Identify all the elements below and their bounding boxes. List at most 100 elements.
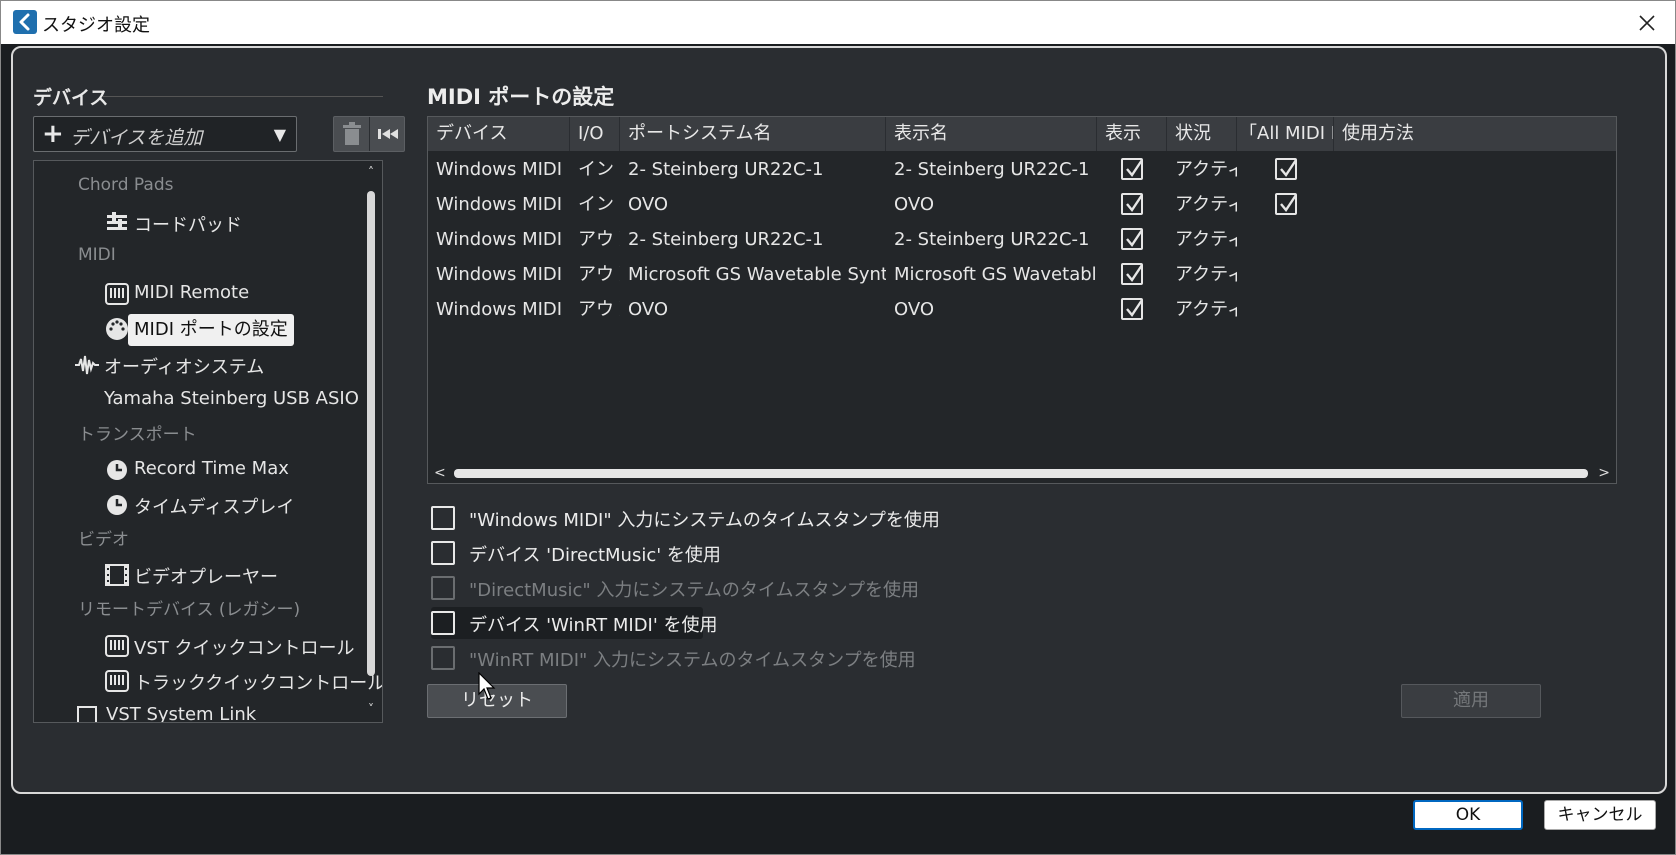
midi-port-table: デバイス I/O ポートシステム名 表示名 表示 状況 「All MIDI I … xyxy=(427,116,1617,484)
column-header-device[interactable]: デバイス xyxy=(428,117,570,151)
cell-device: Windows MIDI xyxy=(436,264,563,285)
close-icon[interactable] xyxy=(1631,7,1663,39)
show-checkbox[interactable] xyxy=(1121,298,1143,320)
rewind-icon xyxy=(378,129,398,139)
title-bar: スタジオ設定 xyxy=(0,0,1676,44)
all-midi-inputs-checkbox[interactable] xyxy=(1275,158,1297,180)
column-header-port-system-name[interactable]: ポートシステム名 xyxy=(620,117,886,151)
cell-io: イン xyxy=(578,194,614,215)
column-header-all-midi-inputs[interactable]: 「All MIDI I xyxy=(1237,117,1334,151)
all-midi-inputs-checkbox[interactable] xyxy=(1275,193,1297,215)
clock-icon xyxy=(104,492,130,518)
scroll-left-icon[interactable]: < xyxy=(434,465,446,481)
app-icon xyxy=(13,10,37,34)
tree-item-label: Yamaha Steinberg USB ASIO xyxy=(104,388,359,409)
table-row[interactable]: Windows MIDI アウト OVO OVO アクティブ xyxy=(428,292,1616,327)
checkbox[interactable] xyxy=(431,541,455,565)
cell-port-system-name: OVO xyxy=(628,299,669,320)
clock-icon xyxy=(104,457,130,483)
cell-device: Windows MIDI xyxy=(436,194,563,215)
add-device-label: デバイスを追加 xyxy=(70,127,203,149)
divider xyxy=(103,96,383,97)
scroll-right-icon[interactable]: > xyxy=(1598,465,1610,481)
cell-io: イン xyxy=(578,159,614,180)
dropdown-arrow-icon: ▼ xyxy=(273,125,286,144)
tool-buttons xyxy=(333,116,405,152)
cell-device: Windows MIDI xyxy=(436,159,563,180)
table-row[interactable]: Windows MIDI イン 2- Steinberg UR22C-1 2- … xyxy=(428,152,1616,187)
cell-port-system-name: 2- Steinberg UR22C-1 xyxy=(628,229,824,250)
cell-display-name[interactable]: OVO xyxy=(886,187,1097,222)
show-checkbox[interactable] xyxy=(1121,263,1143,285)
show-checkbox[interactable] xyxy=(1121,158,1143,180)
scrollbar-thumb[interactable] xyxy=(367,191,375,676)
option-use-winrt-midi[interactable]: デバイス 'WinRT MIDI' を使用 xyxy=(431,607,718,639)
column-header-display-name[interactable]: 表示名 xyxy=(886,117,1097,151)
window-title: スタジオ設定 xyxy=(42,15,150,36)
ok-button[interactable]: OK xyxy=(1413,800,1523,830)
waveform-icon xyxy=(74,352,100,378)
midi-keyboard-icon xyxy=(104,668,130,694)
cell-port-system-name: Microsoft GS Wavetable Synth xyxy=(628,264,886,285)
tree-item-label: MIDI Remote xyxy=(134,282,250,303)
tree-item-label-selected: MIDI ポートの設定 xyxy=(128,314,294,346)
table-row[interactable]: Windows MIDI アウト 2- Steinberg UR22C-1 2-… xyxy=(428,222,1616,257)
section-title: MIDI ポートの設定 xyxy=(427,85,615,109)
checkbox xyxy=(431,646,455,670)
table-row[interactable]: Windows MIDI アウト Microsoft GS Wavetable … xyxy=(428,257,1616,292)
tree-item-label: トラッククイックコントロール xyxy=(134,673,383,694)
plus-icon: + xyxy=(42,119,64,149)
delete-device-button[interactable] xyxy=(340,121,364,147)
column-header-usage[interactable]: 使用方法 xyxy=(1334,117,1616,151)
table-row[interactable]: Windows MIDI イン OVO OVO アクティブ xyxy=(428,187,1616,222)
show-checkbox[interactable] xyxy=(1121,193,1143,215)
mouse-cursor-icon xyxy=(478,671,498,702)
tree-item-label: タイムディスプレイ xyxy=(134,497,295,518)
cell-status: アクティブ xyxy=(1175,194,1237,215)
tree-item-label: コードパッド xyxy=(134,215,242,236)
divider xyxy=(369,117,370,151)
cell-port-system-name: 2- Steinberg UR22C-1 xyxy=(628,159,824,180)
tree-scrollbar[interactable]: ˄ ˅ xyxy=(364,163,378,718)
column-header-show[interactable]: 表示 xyxy=(1097,117,1167,151)
checkbox[interactable] xyxy=(431,506,455,530)
tree-category-remote-legacy: リモートデバイス (レガシー) xyxy=(78,600,301,620)
scroll-down-icon[interactable]: ˅ xyxy=(364,702,378,716)
main-panel: デバイス + デバイスを追加 ▼ Chord Pads コードパッド MIDI xyxy=(11,46,1667,794)
cell-device: Windows MIDI xyxy=(436,229,563,250)
tree-category-chord-pads: Chord Pads xyxy=(78,175,174,195)
table-horizontal-scrollbar[interactable]: < > xyxy=(430,465,1614,481)
column-header-status[interactable]: 状況 xyxy=(1167,117,1237,151)
column-header-io[interactable]: I/O xyxy=(570,117,620,151)
tree-item-label: オーディオシステム xyxy=(104,357,265,378)
tree-category-video: ビデオ xyxy=(78,530,129,550)
cell-status: アクティブ xyxy=(1175,264,1237,285)
tree-item-label: Record Time Max xyxy=(134,458,289,479)
scroll-up-icon[interactable]: ˄ xyxy=(364,165,378,179)
cell-display-name[interactable]: 2- Steinberg UR22C-1 xyxy=(886,152,1097,187)
cell-display-name[interactable]: OVO xyxy=(886,292,1097,327)
devices-heading: デバイス xyxy=(33,87,109,109)
cell-status: アクティブ xyxy=(1175,229,1237,250)
midi-port-icon xyxy=(104,316,130,342)
tree-item-label: ビデオプレーヤー xyxy=(134,567,278,588)
cancel-button[interactable]: キャンセル xyxy=(1544,800,1656,830)
cell-display-name[interactable]: Microsoft GS Wavetable Synth xyxy=(886,257,1097,292)
checkbox-icon[interactable] xyxy=(76,703,102,722)
show-checkbox[interactable] xyxy=(1121,228,1143,250)
cell-display-name[interactable]: 2- Steinberg UR22C-1 xyxy=(886,222,1097,257)
option-label: デバイス 'DirectMusic' を使用 xyxy=(469,545,721,566)
cell-status: アクティブ xyxy=(1175,299,1237,320)
option-label: "DirectMusic" 入力にシステムのタイムスタンプを使用 xyxy=(469,580,919,601)
scrollbar-thumb[interactable] xyxy=(454,469,1588,478)
option-label: デバイス 'WinRT MIDI' を使用 xyxy=(469,615,718,636)
trash-icon xyxy=(343,122,361,145)
table-header: デバイス I/O ポートシステム名 表示名 表示 状況 「All MIDI I … xyxy=(428,117,1616,151)
cell-io: アウト xyxy=(578,264,620,285)
apply-button[interactable]: 適用 xyxy=(1401,684,1541,718)
reset-device-button[interactable] xyxy=(374,121,402,147)
checkbox[interactable] xyxy=(431,611,455,635)
add-device-dropdown[interactable]: + デバイスを追加 ▼ xyxy=(33,116,297,152)
film-icon xyxy=(104,562,130,588)
option-label: "WinRT MIDI" 入力にシステムのタイムスタンプを使用 xyxy=(469,650,916,671)
